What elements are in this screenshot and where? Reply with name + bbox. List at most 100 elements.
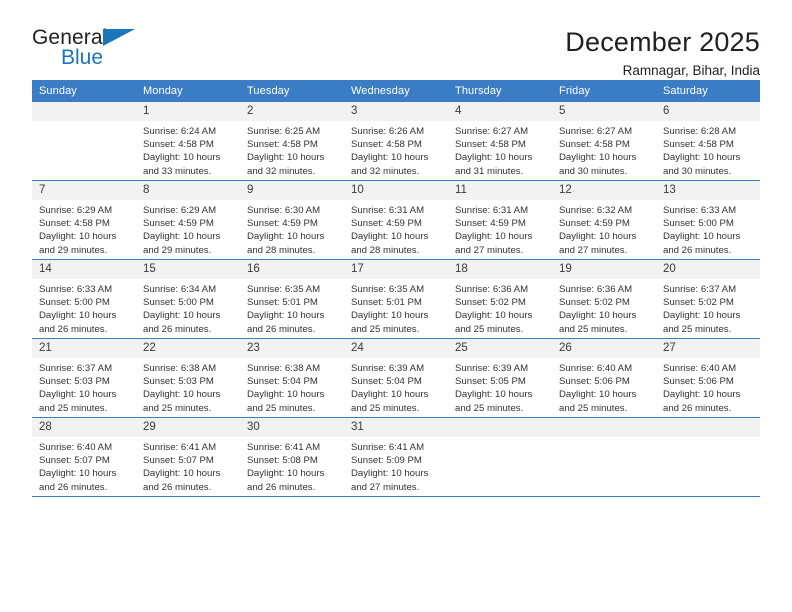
sunrise-time: Sunrise: 6:30 AM <box>247 205 321 216</box>
sunrise-time: Sunrise: 6:40 AM <box>663 363 737 374</box>
page-header: General Blue December 2025 Ramnagar, Bih… <box>32 0 760 78</box>
sunset-time: Sunset: 4:58 PM <box>247 139 318 151</box>
calendar-day-cell[interactable]: 24 Sunrise: 6:39 AM Sunset: 5:04 PM Dayligh… <box>344 338 448 418</box>
calendar-week-row: 1 Sunrise: 6:24 AM Sunset: 4:58 PM Daylight… <box>32 102 760 181</box>
daylight-duration-line1: Daylight: 10 hours <box>663 152 741 164</box>
day-number <box>32 102 136 121</box>
calendar-day-cell[interactable]: 18 Sunrise: 6:36 AM Sunset: 5:02 PM Dayligh… <box>448 259 552 339</box>
calendar-day-cell[interactable]: 9 Sunrise: 6:30 AM Sunset: 4:59 PM Daylight… <box>240 180 344 260</box>
day-number: 29 <box>136 418 240 437</box>
daylight-duration-line2: and 33 minutes. <box>143 165 212 177</box>
calendar-day-cell[interactable]: 2 Sunrise: 6:25 AM Sunset: 4:58 PM Daylight… <box>240 102 344 181</box>
calendar-day-cell[interactable]: 25 Sunrise: 6:39 AM Sunset: 5:05 PM Dayligh… <box>448 338 552 418</box>
day-details: Sunrise: 6:37 AM Sunset: 5:03 PM Daylight:… <box>32 358 136 415</box>
weekday-header-sunday: Sunday <box>32 80 136 102</box>
calendar-day-cell[interactable]: 29 Sunrise: 6:41 AM Sunset: 5:07 PM Dayligh… <box>136 417 240 497</box>
calendar-day-cell[interactable]: 6 Sunrise: 6:28 AM Sunset: 4:58 PM Daylight… <box>656 102 760 181</box>
daylight-duration-line1: Daylight: 10 hours <box>663 389 741 401</box>
calendar-day-cell[interactable]: 22 Sunrise: 6:38 AM Sunset: 5:03 PM Dayligh… <box>136 338 240 418</box>
calendar-day-cell[interactable]: 8 Sunrise: 6:29 AM Sunset: 4:59 PM Daylight… <box>136 180 240 260</box>
sunrise-time: Sunrise: 6:38 AM <box>143 363 217 374</box>
sunset-time: Sunset: 5:00 PM <box>663 218 734 230</box>
daylight-duration-line1: Daylight: 10 hours <box>247 152 325 164</box>
sunset-time: Sunset: 5:03 PM <box>143 376 214 388</box>
calendar-week-row: 14 Sunrise: 6:33 AM Sunset: 5:00 PM Dayligh… <box>32 259 760 339</box>
sunset-time: Sunset: 4:58 PM <box>663 139 734 151</box>
sunrise-time: Sunrise: 6:29 AM <box>143 205 217 216</box>
calendar-day-cell[interactable]: 3 Sunrise: 6:26 AM Sunset: 4:58 PM Daylight… <box>344 102 448 181</box>
day-details: Sunrise: 6:34 AM Sunset: 5:00 PM Daylight:… <box>136 279 240 336</box>
day-details: Sunrise: 6:33 AM Sunset: 5:00 PM Daylight:… <box>656 200 760 257</box>
calendar-day-cell[interactable]: 10 Sunrise: 6:31 AM Sunset: 4:59 PM Dayligh… <box>344 180 448 260</box>
sunset-time: Sunset: 5:06 PM <box>663 376 734 388</box>
calendar-day-cell[interactable]: 26 Sunrise: 6:40 AM Sunset: 5:06 PM Dayligh… <box>552 338 656 418</box>
sunset-time: Sunset: 5:08 PM <box>247 455 318 467</box>
day-details: Sunrise: 6:35 AM Sunset: 5:01 PM Daylight:… <box>344 279 448 336</box>
calendar-day-cell[interactable]: 30 Sunrise: 6:41 AM Sunset: 5:08 PM Dayligh… <box>240 417 344 497</box>
daylight-duration-line1: Daylight: 10 hours <box>351 152 429 164</box>
daylight-duration-line2: and 27 minutes. <box>559 244 628 256</box>
calendar-day-cell[interactable]: 13 Sunrise: 6:33 AM Sunset: 5:00 PM Dayligh… <box>656 180 760 260</box>
daylight-duration-line1: Daylight: 10 hours <box>143 152 221 164</box>
daylight-duration-line1: Daylight: 10 hours <box>247 468 325 480</box>
calendar-day-cell[interactable]: 17 Sunrise: 6:35 AM Sunset: 5:01 PM Dayligh… <box>344 259 448 339</box>
daylight-duration-line1: Daylight: 10 hours <box>143 389 221 401</box>
sunset-time: Sunset: 5:07 PM <box>143 455 214 467</box>
calendar-day-cell[interactable]: 16 Sunrise: 6:35 AM Sunset: 5:01 PM Dayligh… <box>240 259 344 339</box>
calendar-cell-empty <box>32 102 136 181</box>
calendar-day-cell[interactable]: 23 Sunrise: 6:38 AM Sunset: 5:04 PM Dayligh… <box>240 338 344 418</box>
daylight-duration-line1: Daylight: 10 hours <box>247 389 325 401</box>
daylight-duration-line2: and 25 minutes. <box>455 402 524 414</box>
calendar-day-cell[interactable]: 5 Sunrise: 6:27 AM Sunset: 4:58 PM Daylight… <box>552 102 656 181</box>
sunrise-time: Sunrise: 6:41 AM <box>247 442 321 453</box>
calendar-day-cell[interactable]: 1 Sunrise: 6:24 AM Sunset: 4:58 PM Daylight… <box>136 102 240 181</box>
daylight-duration-line2: and 25 minutes. <box>351 323 420 335</box>
sunset-time: Sunset: 4:59 PM <box>455 218 526 230</box>
calendar-day-cell[interactable]: 31 Sunrise: 6:41 AM Sunset: 5:09 PM Dayligh… <box>344 417 448 497</box>
daylight-duration-line1: Daylight: 10 hours <box>455 310 533 322</box>
day-number: 11 <box>448 181 552 200</box>
calendar-day-cell[interactable]: 21 Sunrise: 6:37 AM Sunset: 5:03 PM Dayligh… <box>32 338 136 418</box>
calendar-day-cell[interactable]: 27 Sunrise: 6:40 AM Sunset: 5:06 PM Dayligh… <box>656 338 760 418</box>
location-subtitle: Ramnagar, Bihar, India <box>622 63 760 78</box>
sunrise-time: Sunrise: 6:31 AM <box>351 205 425 216</box>
day-details: Sunrise: 6:36 AM Sunset: 5:02 PM Daylight:… <box>552 279 656 336</box>
day-number: 16 <box>240 260 344 279</box>
sunrise-time: Sunrise: 6:40 AM <box>559 363 633 374</box>
calendar-day-cell[interactable]: 15 Sunrise: 6:34 AM Sunset: 5:00 PM Dayligh… <box>136 259 240 339</box>
sunset-time: Sunset: 4:59 PM <box>351 218 422 230</box>
sunrise-time: Sunrise: 6:33 AM <box>39 284 113 295</box>
calendar-day-cell[interactable]: 19 Sunrise: 6:36 AM Sunset: 5:02 PM Dayligh… <box>552 259 656 339</box>
daylight-duration-line2: and 27 minutes. <box>455 244 524 256</box>
daylight-duration-line2: and 26 minutes. <box>663 402 732 414</box>
daylight-duration-line2: and 26 minutes. <box>39 323 108 335</box>
daylight-duration-line2: and 25 minutes. <box>663 323 732 335</box>
calendar-day-cell[interactable]: 28 Sunrise: 6:40 AM Sunset: 5:07 PM Dayligh… <box>32 417 136 497</box>
sunset-time: Sunset: 4:59 PM <box>559 218 630 230</box>
calendar-day-cell[interactable]: 11 Sunrise: 6:31 AM Sunset: 4:59 PM Dayligh… <box>448 180 552 260</box>
weekday-header-thursday: Thursday <box>448 80 552 102</box>
day-number: 22 <box>136 339 240 358</box>
day-details: Sunrise: 6:40 AM Sunset: 5:06 PM Daylight:… <box>656 358 760 415</box>
calendar-day-cell[interactable]: 12 Sunrise: 6:32 AM Sunset: 4:59 PM Dayligh… <box>552 180 656 260</box>
general-blue-logo[interactable]: General Blue <box>32 26 152 72</box>
calendar-body: 1 Sunrise: 6:24 AM Sunset: 4:58 PM Daylight… <box>32 102 760 497</box>
day-details: Sunrise: 6:36 AM Sunset: 5:02 PM Daylight:… <box>448 279 552 336</box>
calendar-day-cell[interactable]: 4 Sunrise: 6:27 AM Sunset: 4:58 PM Daylight… <box>448 102 552 181</box>
sunrise-time: Sunrise: 6:28 AM <box>663 126 737 137</box>
day-number: 21 <box>32 339 136 358</box>
calendar-day-cell[interactable]: 7 Sunrise: 6:29 AM Sunset: 4:58 PM Daylight… <box>32 180 136 260</box>
calendar-day-cell[interactable]: 14 Sunrise: 6:33 AM Sunset: 5:00 PM Dayligh… <box>32 259 136 339</box>
title-block: December 2025 Ramnagar, Bihar, India <box>565 26 760 81</box>
sunrise-time: Sunrise: 6:26 AM <box>351 126 425 137</box>
sunrise-time: Sunrise: 6:29 AM <box>39 205 113 216</box>
sunset-time: Sunset: 5:00 PM <box>143 297 214 309</box>
weekday-header-wednesday: Wednesday <box>344 80 448 102</box>
sunset-time: Sunset: 5:02 PM <box>455 297 526 309</box>
day-details: Sunrise: 6:31 AM Sunset: 4:59 PM Daylight:… <box>344 200 448 257</box>
sunrise-time: Sunrise: 6:41 AM <box>143 442 217 453</box>
day-details: Sunrise: 6:37 AM Sunset: 5:02 PM Daylight:… <box>656 279 760 336</box>
sunrise-time: Sunrise: 6:37 AM <box>39 363 113 374</box>
calendar-cell-empty <box>552 417 656 497</box>
calendar-day-cell[interactable]: 20 Sunrise: 6:37 AM Sunset: 5:02 PM Dayligh… <box>656 259 760 339</box>
